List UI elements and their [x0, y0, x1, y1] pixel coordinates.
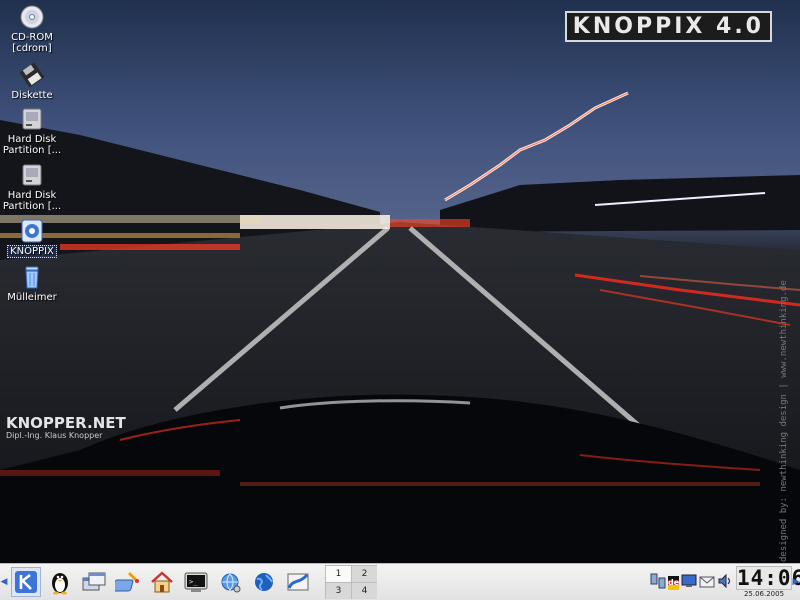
- mail-icon[interactable]: [699, 574, 715, 593]
- kde-panel: ◀ >_ 1 2 3 4 de 14:06 25.06.2005 ▶: [0, 563, 800, 600]
- keyboard-layout-text: de: [668, 578, 680, 587]
- home-icon: [151, 571, 173, 593]
- brand-subtitle: Dipl.-Ing. Klaus Knopper: [6, 431, 103, 440]
- floppy-icon: [18, 62, 46, 88]
- desktop-icon-label: Hard Disk Partition [...: [2, 190, 62, 212]
- desktop-wallpaper: KNOPPIX 4.0 designed by: newthinking des…: [0, 0, 800, 563]
- desktop-icon-label: Hard Disk Partition [...: [2, 134, 62, 156]
- clock-date: 25.06.2005: [743, 590, 785, 598]
- designer-credit: designed by: newthinking design | www.ne…: [779, 280, 789, 562]
- panel-hide-right-arrow[interactable]: ▶: [792, 564, 800, 600]
- knoppix-logo-text: KNOPPIX 4.0: [572, 14, 764, 39]
- clock[interactable]: 14:06 25.06.2005: [736, 566, 800, 599]
- pager-desktop-1[interactable]: 1: [325, 565, 351, 582]
- kdeinfo-button[interactable]: [215, 567, 245, 597]
- knopper-net-brand: KNOPPER.NET Dipl.-Ing. Klaus Knopper: [6, 414, 126, 440]
- pager-desktop-2[interactable]: 2: [351, 565, 377, 582]
- panel-hide-left-arrow[interactable]: ◀: [0, 564, 8, 600]
- kcontrol-button[interactable]: [113, 567, 143, 597]
- trash-icon: [18, 264, 46, 290]
- cdrom-icon: [18, 4, 46, 30]
- monitor-icon[interactable]: [681, 573, 697, 593]
- brand-name: KNOPPER.NET: [6, 414, 126, 432]
- desktop-icon-label: CD-ROM [cdrom]: [11, 32, 53, 54]
- desktop-icon-harddisk-1[interactable]: Hard Disk Partition [...: [0, 106, 64, 156]
- office-icon: [287, 573, 309, 591]
- window-list-button[interactable]: [79, 567, 109, 597]
- kmenu-button[interactable]: [11, 567, 41, 597]
- pager-desktop-4[interactable]: 4: [351, 582, 377, 599]
- globe-gear-icon: [221, 573, 241, 593]
- control-center-icon: [115, 571, 139, 592]
- windows-icon: [82, 572, 106, 591]
- network-icon[interactable]: [650, 572, 666, 594]
- system-tray: de: [650, 568, 732, 598]
- browser-button[interactable]: [249, 567, 279, 597]
- desktop-icon-trash[interactable]: Mülleimer: [0, 264, 64, 303]
- speaker-icon[interactable]: [717, 573, 733, 593]
- knoppix-icon: [18, 218, 46, 244]
- desktop-icon-harddisk-2[interactable]: Hard Disk Partition [...: [0, 162, 64, 212]
- desktop-icon-cdrom[interactable]: CD-ROM [cdrom]: [0, 4, 64, 54]
- terminal-icon: >_: [184, 572, 208, 592]
- terminal-button[interactable]: >_: [181, 567, 211, 597]
- desktop-icon-diskette[interactable]: Diskette: [0, 62, 64, 101]
- desktop-icon-knoppix[interactable]: KNOPPIX: [0, 218, 64, 258]
- globe-icon: [255, 573, 273, 591]
- svg-text:>_: >_: [189, 578, 198, 586]
- harddisk-icon: [18, 106, 46, 132]
- home-button[interactable]: [147, 567, 177, 597]
- road-night-wallpaper: [0, 0, 800, 563]
- knoppix-logo: KNOPPIX 4.0: [564, 11, 772, 42]
- tux-penguin-icon: [52, 573, 68, 595]
- office-button[interactable]: [283, 567, 313, 597]
- desktop-icon-label-selected: KNOPPIX: [0, 245, 64, 258]
- desktop-pager: 1 2 3 4: [325, 565, 377, 599]
- kde-k-icon: [15, 571, 37, 593]
- desktop-icon-label: Diskette: [11, 90, 53, 101]
- keyboard-layout-icon[interactable]: de: [668, 576, 680, 590]
- harddisk-icon: [18, 162, 46, 188]
- knoppix-label: KNOPPIX: [7, 245, 57, 258]
- knoppix-penguin-button[interactable]: [45, 567, 75, 597]
- clock-time: 14:06: [736, 566, 800, 590]
- desktop-icon-label: Mülleimer: [7, 292, 57, 303]
- pager-desktop-3[interactable]: 3: [325, 582, 351, 599]
